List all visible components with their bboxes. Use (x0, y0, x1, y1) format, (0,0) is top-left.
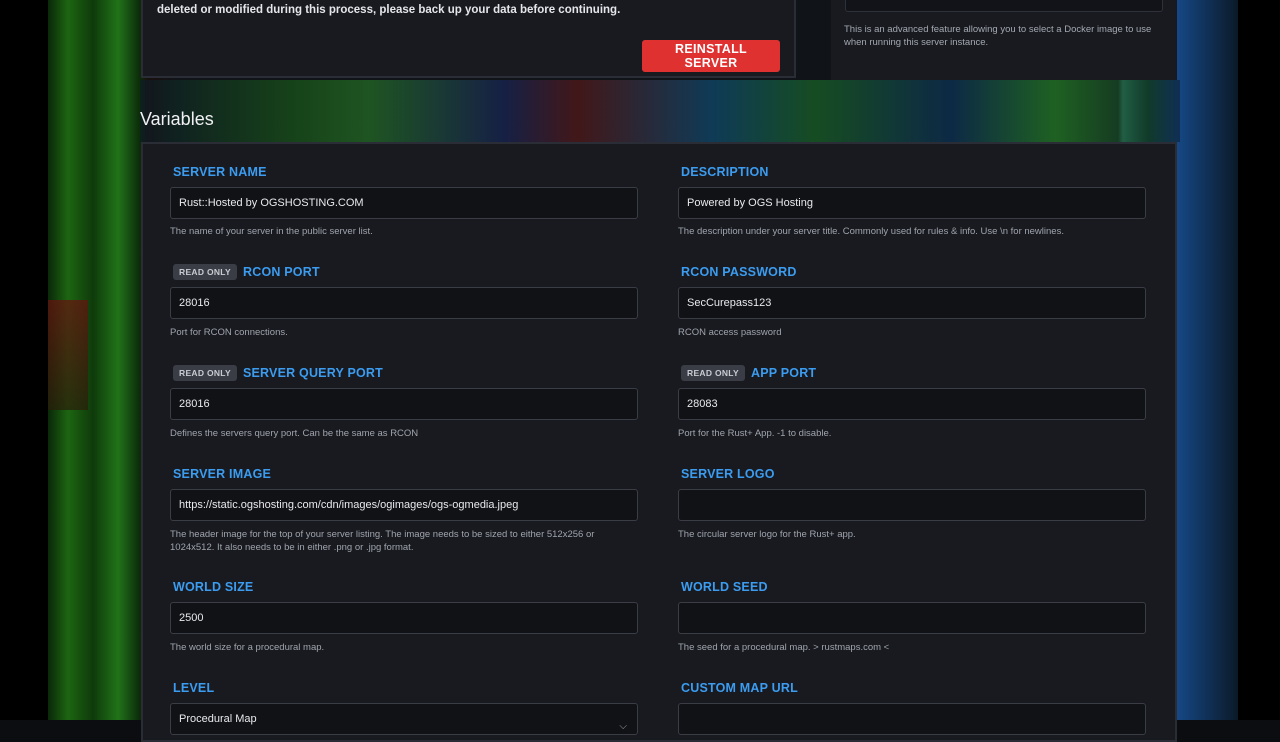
field-label: DESCRIPTION (681, 165, 769, 179)
reinstall-warning: deleted or modified during this process,… (157, 4, 621, 16)
server-name-input[interactable]: Rust::Hosted by OGSHOSTING.COM (170, 187, 638, 219)
server-logo-input[interactable] (678, 489, 1146, 521)
field-label: RCON PORT (242, 265, 320, 279)
field-world-seed: WORLD SEED The seed for a procedural map… (678, 577, 1146, 653)
level-select[interactable]: Procedural Map ⌵ (170, 703, 638, 735)
field-rcon-password: RCON PASSWORD SecCurepass123 RCON access… (678, 262, 1146, 338)
world-size-input[interactable]: 2500 (170, 602, 638, 634)
server-query-port-input[interactable]: 28016 (170, 388, 638, 420)
field-label: LEVEL (173, 681, 215, 695)
field-help: The description under your server title.… (678, 226, 1064, 237)
description-input[interactable]: Powered by OGS Hosting (678, 187, 1146, 219)
field-rcon-port: READ ONLY RCON PORT 28016 Port for RCON c… (170, 262, 638, 338)
field-level: LEVEL Procedural Map ⌵ (170, 678, 638, 735)
docker-image-panel: This is an advanced feature allowing you… (831, 0, 1177, 80)
field-help: Defines the servers query port. Can be t… (170, 428, 419, 439)
right-margin (1238, 0, 1280, 720)
field-custom-map-url: CUSTOM MAP URL (678, 678, 1146, 735)
field-label: RCON PASSWORD (681, 265, 797, 279)
field-label: WORLD SEED (681, 580, 768, 594)
field-help: The seed for a procedural map. > rustmap… (678, 642, 890, 653)
chevron-down-icon: ⌵ (619, 721, 627, 732)
background-accent (48, 300, 88, 410)
rcon-port-input[interactable]: 28016 (170, 287, 638, 319)
field-help: The circular server logo for the Rust+ a… (678, 529, 856, 540)
app-port-input[interactable]: 28083 (678, 388, 1146, 420)
custom-map-url-input[interactable] (678, 703, 1146, 735)
field-help: The header image for the top of your ser… (170, 529, 595, 553)
docker-image-select[interactable] (845, 0, 1163, 12)
field-help: RCON access password (678, 327, 782, 338)
read-only-badge: READ ONLY (681, 365, 745, 381)
field-label: WORLD SIZE (173, 580, 254, 594)
rcon-password-input[interactable]: SecCurepass123 (678, 287, 1146, 319)
background-band (140, 80, 1180, 142)
field-app-port: READ ONLY APP PORT 28083 Port for the Rus… (678, 363, 1146, 439)
field-help: The world size for a procedural map. (170, 642, 325, 653)
reinstall-server-button[interactable]: REINSTALL SERVER (642, 40, 780, 72)
field-help: Port for the Rust+ App. -1 to disable. (678, 428, 832, 439)
read-only-badge: READ ONLY (173, 264, 237, 280)
field-world-size: WORLD SIZE 2500 The world size for a pro… (170, 577, 638, 653)
field-label: APP PORT (750, 366, 817, 380)
field-label: SERVER NAME (173, 165, 267, 179)
read-only-badge: READ ONLY (173, 365, 237, 381)
field-help: Port for RCON connections. (170, 327, 288, 338)
variables-heading: Variables (140, 109, 214, 129)
field-description: DESCRIPTION Powered by OGS Hosting The d… (678, 162, 1146, 237)
field-label: SERVER QUERY PORT (242, 366, 383, 380)
field-label: SERVER LOGO (681, 467, 775, 481)
field-server-query-port: READ ONLY SERVER QUERY PORT 28016 Defines… (170, 363, 638, 439)
field-server-logo: SERVER LOGO The circular server logo for… (678, 464, 1146, 540)
left-margin (0, 0, 48, 720)
field-label: CUSTOM MAP URL (681, 681, 798, 695)
level-select-value: Procedural Map (179, 713, 257, 725)
field-help: The name of your server in the public se… (170, 226, 373, 237)
field-server-name: SERVER NAME Rust::Hosted by OGSHOSTING.C… (170, 162, 638, 237)
field-server-image: SERVER IMAGE https://static.ogshosting.c… (170, 464, 638, 553)
server-image-input[interactable]: https://static.ogshosting.com/cdn/images… (170, 489, 638, 521)
world-seed-input[interactable] (678, 602, 1146, 634)
docker-image-help: This is an advanced feature allowing you… (844, 24, 1152, 48)
field-label: SERVER IMAGE (173, 467, 272, 481)
reinstall-panel: deleted or modified during this process,… (141, 0, 796, 78)
